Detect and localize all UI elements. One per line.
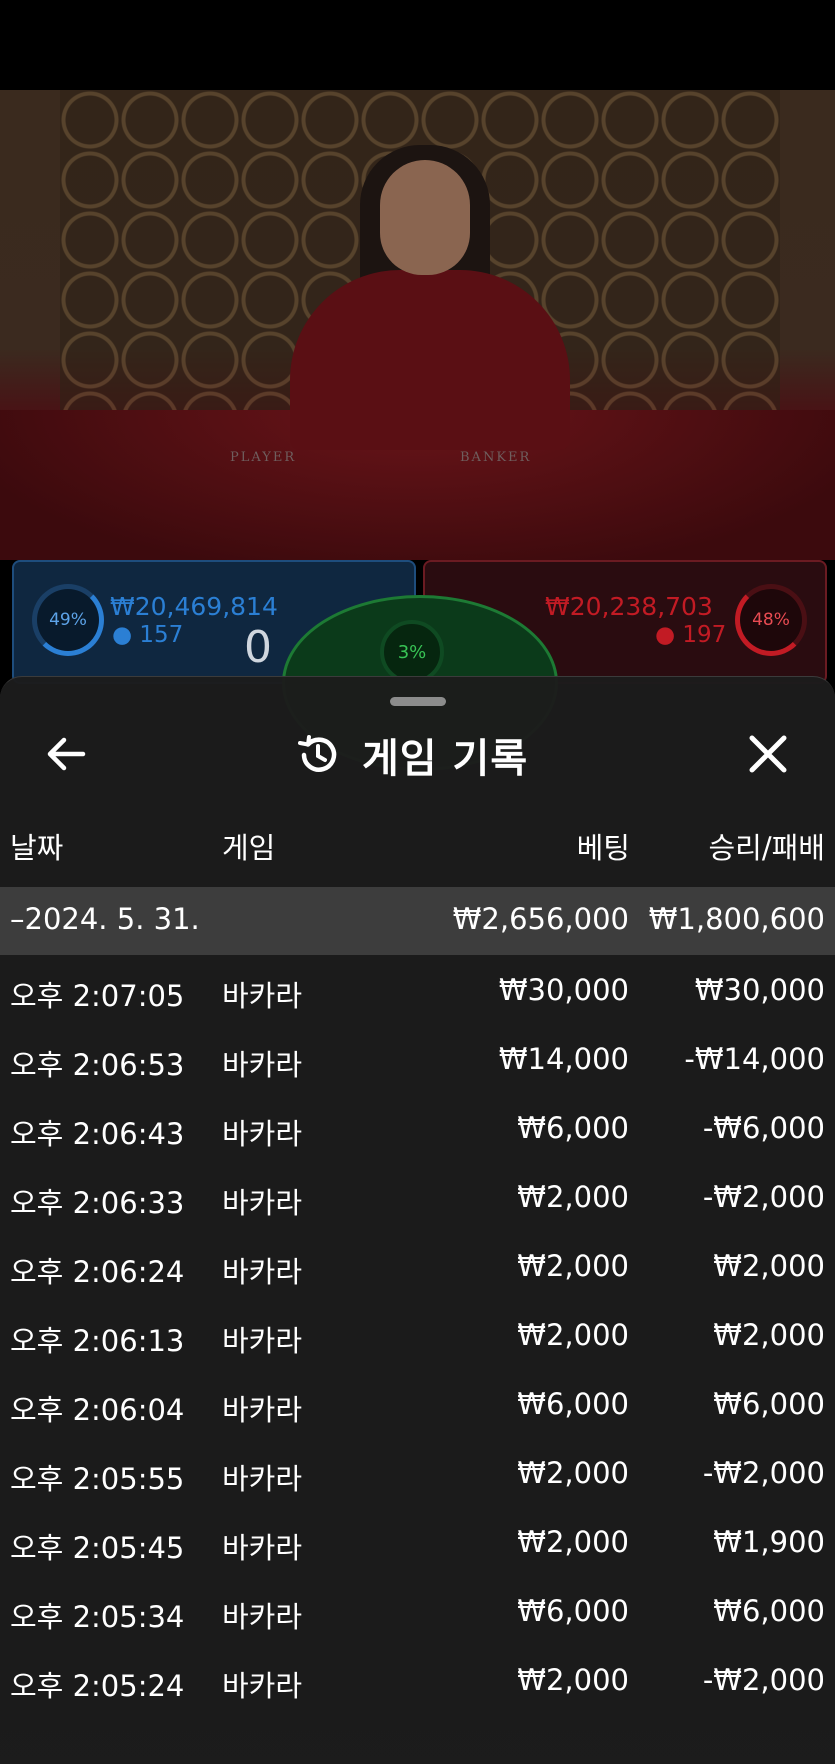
person-icon: ● <box>655 622 676 648</box>
row-time: 오후 2:06:04 <box>10 1393 185 1427</box>
dealer <box>250 120 610 450</box>
row-time: 오후 2:05:55 <box>10 1462 185 1496</box>
row-bet: ₩2,000 <box>517 1180 629 1214</box>
row-result: ₩1,900 <box>713 1525 825 1559</box>
close-icon <box>749 735 787 773</box>
row-game: 바카라 <box>222 1186 303 1220</box>
row-result: ₩2,000 <box>713 1318 825 1352</box>
player-bet-amount: ₩20,469,814 <box>110 592 278 621</box>
table-row[interactable]: 오후 2:05:34 바카라 ₩6,000 ₩6,000 <box>0 1580 835 1649</box>
row-bet: ₩30,000 <box>498 973 629 1007</box>
row-result: ₩6,000 <box>713 1594 825 1628</box>
game-history-sheet: 게임 기록 날짜 게임 베팅 승리/패배 –2024. 5. 31. ₩2,65… <box>0 676 835 1764</box>
table-row[interactable]: 오후 2:06:13 바카라 ₩2,000 ₩2,000 <box>0 1304 835 1373</box>
row-bet: ₩2,000 <box>517 1525 629 1559</box>
row-result: -₩2,000 <box>702 1456 825 1490</box>
row-result: -₩2,000 <box>702 1663 825 1697</box>
date-summary-row[interactable]: –2024. 5. 31. ₩2,656,000 ₩1,800,600 <box>0 887 835 955</box>
row-result: -₩14,000 <box>684 1042 825 1076</box>
arrow-left-icon <box>47 737 86 771</box>
row-bet: ₩6,000 <box>517 1111 629 1145</box>
row-result: ₩6,000 <box>713 1387 825 1421</box>
row-result: -₩2,000 <box>702 1180 825 1214</box>
banker-bet-amount: ₩20,238,703 <box>545 592 713 621</box>
row-time: 오후 2:06:13 <box>10 1324 185 1358</box>
row-result: ₩2,000 <box>713 1249 825 1283</box>
row-game: 바카라 <box>222 1255 303 1289</box>
player-count: ● 157 <box>112 622 183 648</box>
player-score: 0 <box>244 622 272 673</box>
column-header-date: 날짜 <box>10 831 64 865</box>
close-button[interactable] <box>736 727 800 781</box>
table-row[interactable]: 오후 2:06:53 바카라 ₩14,000 -₩14,000 <box>0 1028 835 1097</box>
column-header-game: 게임 <box>222 831 276 865</box>
row-time: 오후 2:05:34 <box>10 1600 185 1634</box>
row-game: 바카라 <box>222 1393 303 1427</box>
row-game: 바카라 <box>222 1324 303 1358</box>
row-bet: ₩2,000 <box>517 1663 629 1697</box>
summary-date: –2024. 5. 31. <box>10 902 200 936</box>
row-game: 바카라 <box>222 979 303 1013</box>
live-dealer-video: PLAYER BANKER <box>0 90 835 560</box>
row-bet: ₩6,000 <box>517 1387 629 1421</box>
banker-count-value: 197 <box>682 622 727 648</box>
banker-percent-ring: 48% <box>735 584 807 656</box>
tie-percent-ring: 3% <box>380 620 444 684</box>
row-time: 오후 2:06:33 <box>10 1186 185 1220</box>
row-bet: ₩2,000 <box>517 1249 629 1283</box>
table-banker-label: BANKER <box>460 450 532 465</box>
row-time: 오후 2:07:05 <box>10 979 185 1013</box>
row-game: 바카라 <box>222 1669 303 1703</box>
table-row[interactable]: 오후 2:05:24 바카라 ₩2,000 -₩2,000 <box>0 1649 835 1718</box>
row-time: 오후 2:06:53 <box>10 1048 185 1082</box>
row-result: -₩6,000 <box>702 1111 825 1145</box>
status-bar <box>0 0 835 90</box>
row-bet: ₩6,000 <box>517 1594 629 1628</box>
row-bet: ₩2,000 <box>517 1318 629 1352</box>
table-row[interactable]: 오후 2:05:55 바카라 ₩2,000 -₩2,000 <box>0 1442 835 1511</box>
summary-result: ₩1,800,600 <box>648 902 825 936</box>
column-header-bet: 베팅 <box>576 831 630 865</box>
table-row[interactable]: 오후 2:06:04 바카라 ₩6,000 ₩6,000 <box>0 1373 835 1442</box>
sheet-drag-handle[interactable] <box>390 697 446 706</box>
column-header-result: 승리/패배 <box>708 831 826 865</box>
table-row[interactable]: 오후 2:06:33 바카라 ₩2,000 -₩2,000 <box>0 1166 835 1235</box>
sheet-title-text: 게임 기록 <box>362 736 529 782</box>
table-player-label: PLAYER <box>230 450 297 465</box>
table-row[interactable]: 오후 2:05:45 바카라 ₩2,000 ₩1,900 <box>0 1511 835 1580</box>
banker-count: ● 197 <box>655 622 726 648</box>
row-game: 바카라 <box>222 1531 303 1565</box>
row-game: 바카라 <box>222 1462 303 1496</box>
back-button[interactable] <box>36 729 96 779</box>
table-row[interactable]: 오후 2:07:05 바카라 ₩30,000 ₩30,000 <box>0 959 835 1028</box>
person-icon: ● <box>112 622 133 648</box>
row-game: 바카라 <box>222 1117 303 1151</box>
row-bet: ₩14,000 <box>498 1042 629 1076</box>
table-row[interactable]: 오후 2:06:43 바카라 ₩6,000 -₩6,000 <box>0 1097 835 1166</box>
summary-bet: ₩2,656,000 <box>452 902 629 936</box>
row-bet: ₩2,000 <box>517 1456 629 1490</box>
row-result: ₩30,000 <box>694 973 825 1007</box>
history-icon <box>298 735 337 772</box>
sheet-title: 게임 기록 <box>296 725 528 785</box>
row-time: 오후 2:05:24 <box>10 1669 185 1703</box>
table-row[interactable]: 오후 2:06:24 바카라 ₩2,000 ₩2,000 <box>0 1235 835 1304</box>
row-game: 바카라 <box>222 1600 303 1634</box>
row-time: 오후 2:05:45 <box>10 1531 185 1565</box>
row-time: 오후 2:06:43 <box>10 1117 185 1151</box>
player-count-value: 157 <box>139 622 184 648</box>
row-time: 오후 2:06:24 <box>10 1255 185 1289</box>
row-game: 바카라 <box>222 1048 303 1082</box>
player-percent-ring: 49% <box>32 584 104 656</box>
